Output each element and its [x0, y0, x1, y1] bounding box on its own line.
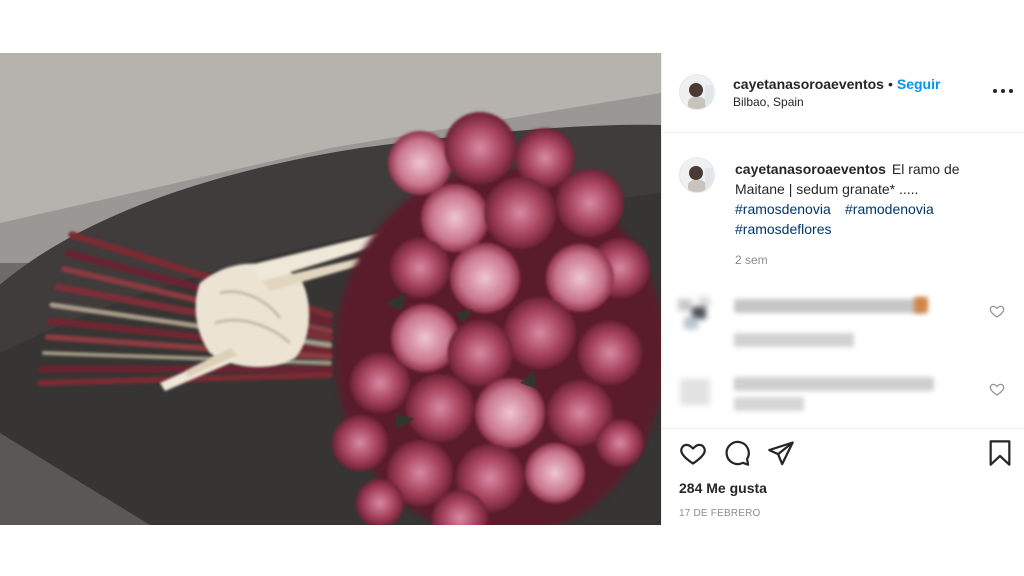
separator-dot: • [887, 76, 893, 92]
comment-icon[interactable] [723, 439, 751, 467]
post-date: 17 DE FEBRERO [679, 508, 761, 519]
follow-button[interactable]: Seguir [897, 76, 941, 92]
bouquet-image [0, 53, 661, 525]
post-header: cayetanasoroaeventos • Seguir Bilbao, Spai… [662, 53, 1024, 133]
location-link[interactable]: Bilbao, Spain [733, 95, 804, 109]
caption-text: cayetanasoroaeventos El ramo de Maitane … [735, 159, 995, 239]
hashtag-link[interactable]: #ramosdeflores [735, 219, 995, 239]
more-options-icon[interactable] [993, 81, 1013, 101]
heart-icon[interactable] [679, 439, 707, 467]
blurred-text [734, 377, 934, 391]
blurred-text [734, 397, 804, 411]
blurred-text [734, 299, 924, 313]
username-link[interactable]: cayetanasoroaeventos [733, 76, 884, 92]
blurred-text [734, 333, 854, 347]
post-photo[interactable] [0, 53, 661, 525]
comment-blurred [662, 371, 1024, 441]
action-bar [662, 439, 1024, 479]
caption-username[interactable]: cayetanasoroaeventos [735, 161, 886, 177]
avatar[interactable] [679, 74, 715, 110]
send-icon[interactable] [767, 439, 795, 467]
bookmark-icon[interactable] [986, 439, 1014, 467]
blurred-avatar [674, 293, 718, 337]
caption-time: 2 sem [735, 253, 768, 267]
likes-count[interactable]: 284 Me gusta [679, 480, 767, 496]
divider [662, 428, 1024, 429]
comment-like-heart-icon[interactable] [989, 303, 1005, 319]
instagram-post: cayetanasoroaeventos • Seguir Bilbao, Spai… [0, 53, 1024, 525]
comment-blurred [662, 293, 1024, 363]
blurred-text [914, 297, 928, 313]
caption-avatar[interactable] [679, 157, 715, 193]
blurred-avatar [674, 371, 718, 415]
post-side-panel: cayetanasoroaeventos • Seguir Bilbao, Spai… [661, 53, 1024, 525]
hashtag-link[interactable]: #ramodenovia [845, 199, 934, 219]
comment-like-heart-icon[interactable] [989, 381, 1005, 397]
header-user-line: cayetanasoroaeventos • Seguir [733, 76, 940, 92]
